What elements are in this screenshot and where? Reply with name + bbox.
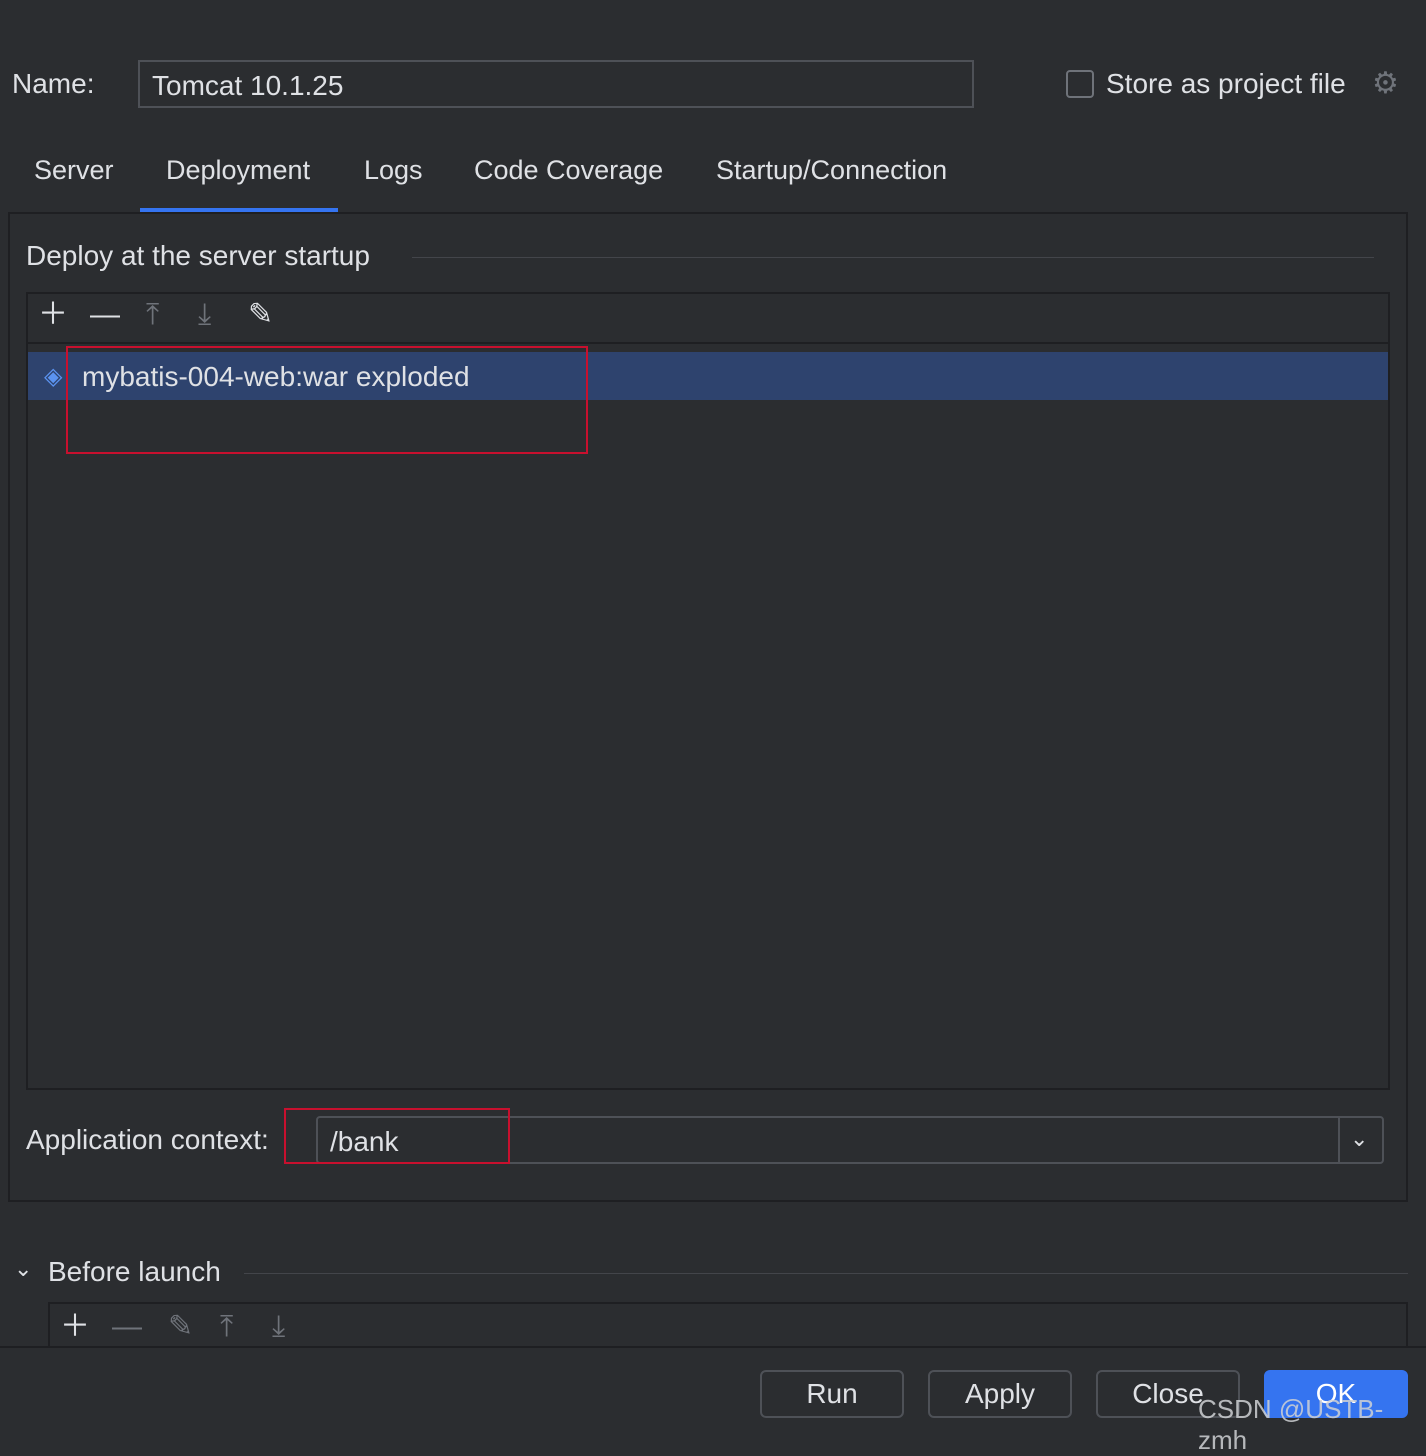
divider — [412, 257, 1374, 258]
watermark: CSDN @USTB-zmh — [1198, 1394, 1384, 1455]
apply-button[interactable]: Apply — [928, 1370, 1072, 1418]
section-title: Deploy at the server startup — [26, 240, 370, 271]
move-down-icon[interactable]: ⤓ — [198, 300, 211, 330]
edit-icon[interactable]: ✎ — [248, 300, 273, 330]
remove-icon[interactable]: — — [112, 1312, 142, 1342]
gear-icon[interactable]: ⚙ — [1372, 66, 1399, 101]
run-button[interactable]: Run — [760, 1370, 904, 1418]
before-launch-list — [48, 1302, 1408, 1352]
app-context-label: Application context: — [26, 1124, 269, 1155]
tab-deployment[interactable]: Deployment — [166, 155, 310, 186]
remove-icon[interactable]: — — [90, 300, 120, 330]
move-up-icon[interactable]: ⤒ — [146, 300, 159, 330]
name-input[interactable]: Tomcat 10.1.25 — [138, 60, 974, 108]
chevron-down-icon[interactable]: ⌄ — [1350, 1126, 1368, 1152]
store-as-project-checkbox[interactable] — [1066, 70, 1094, 98]
tab-code-coverage[interactable]: Code Coverage — [474, 155, 663, 186]
move-down-icon[interactable]: ⤓ — [272, 1312, 285, 1342]
annotation-box — [284, 1108, 510, 1164]
annotation-box — [66, 346, 588, 454]
move-up-icon[interactable]: ⤒ — [220, 1312, 233, 1342]
edit-icon[interactable]: ✎ — [168, 1312, 193, 1342]
tab-logs[interactable]: Logs — [364, 155, 423, 186]
before-launch-label: Before launch — [48, 1256, 221, 1287]
artifact-icon: ◈ — [44, 363, 63, 390]
name-value: Tomcat 10.1.25 — [152, 70, 344, 101]
add-icon[interactable]: ＋ — [60, 1312, 90, 1342]
add-icon[interactable]: ＋ — [38, 300, 68, 330]
tab-startup-connection[interactable]: Startup/Connection — [716, 155, 947, 186]
collapse-chevron-icon[interactable]: ⌄ — [14, 1256, 32, 1282]
tab-server[interactable]: Server — [34, 155, 114, 186]
name-label: Name: — [12, 68, 95, 99]
store-label: Store as project file — [1106, 68, 1346, 99]
